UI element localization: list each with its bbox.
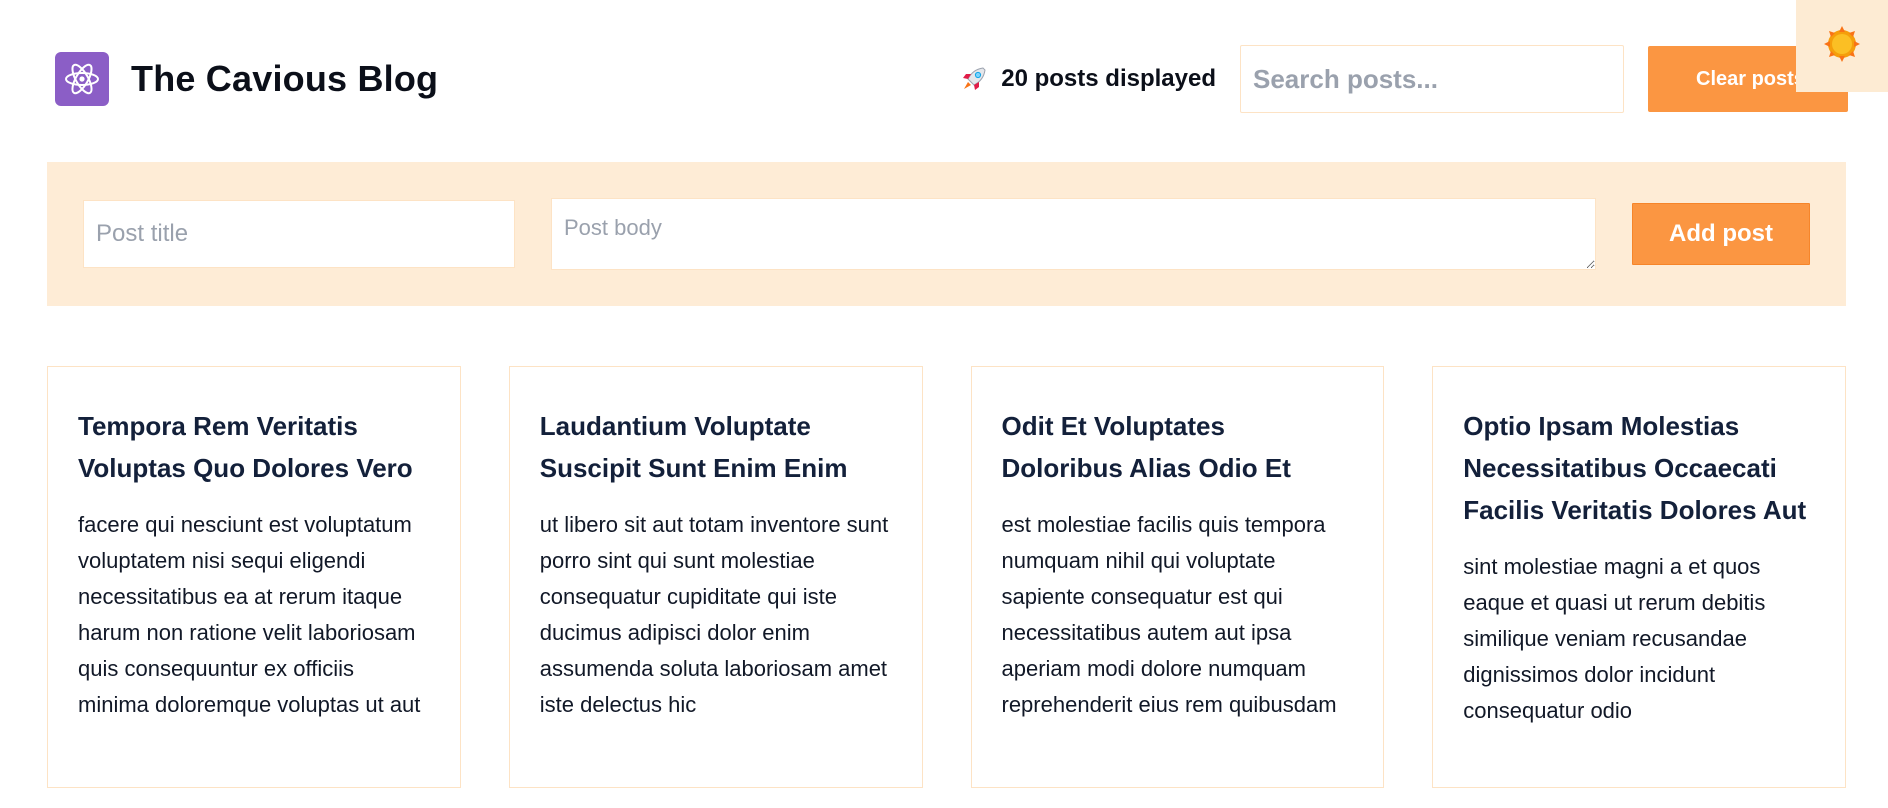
post-body-input[interactable] [551,198,1596,270]
post-body: facere qui nesciunt est voluptatum volup… [78,512,421,717]
post-body: sint molestiae magni a et quos eaque et … [1463,554,1766,723]
post-title-input[interactable] [83,200,515,268]
site-header: The Cavious Blog 20 posts displayed Clea… [48,40,1848,118]
post-card: Tempora Rem Veritatis Voluptas Quo Dolor… [47,366,461,788]
new-post-form: Add post [47,162,1846,306]
post-card: Odit Et Voluptates Doloribus Alias Odio … [970,366,1385,788]
theme-toggle-button[interactable] [1796,0,1888,92]
post-body: ut libero sit aut totam inventore sunt p… [539,512,889,717]
site-title: The Cavious Blog [131,58,439,99]
post-card: Optio Ipsam Molestias Necessitatibus Occ… [1432,366,1846,788]
post-title: Laudantium Voluptate Suscipit Sunt Enim … [539,411,848,483]
posts-grid: Tempora Rem Veritatis Voluptas Quo Dolor… [47,366,1846,808]
search-input[interactable] [1240,45,1624,113]
post-title: Tempora Rem Veritatis Voluptas Quo Dolor… [78,411,413,483]
add-post-button[interactable]: Add post [1632,203,1810,265]
post-count: 20 posts displayed [959,64,1216,94]
post-body: est molestiae facilis quis tempora numqu… [1001,512,1337,717]
rocket-icon [959,64,989,94]
sun-icon [1822,24,1862,69]
post-count-label: 20 posts displayed [1001,65,1216,92]
post-card: Laudantium Voluptate Suscipit Sunt Enim … [508,366,923,788]
post-title: Optio Ipsam Molestias Necessitatibus Occ… [1463,411,1807,525]
post-title: Odit Et Voluptates Doloribus Alias Odio … [1001,411,1291,483]
atom-icon [55,52,109,106]
